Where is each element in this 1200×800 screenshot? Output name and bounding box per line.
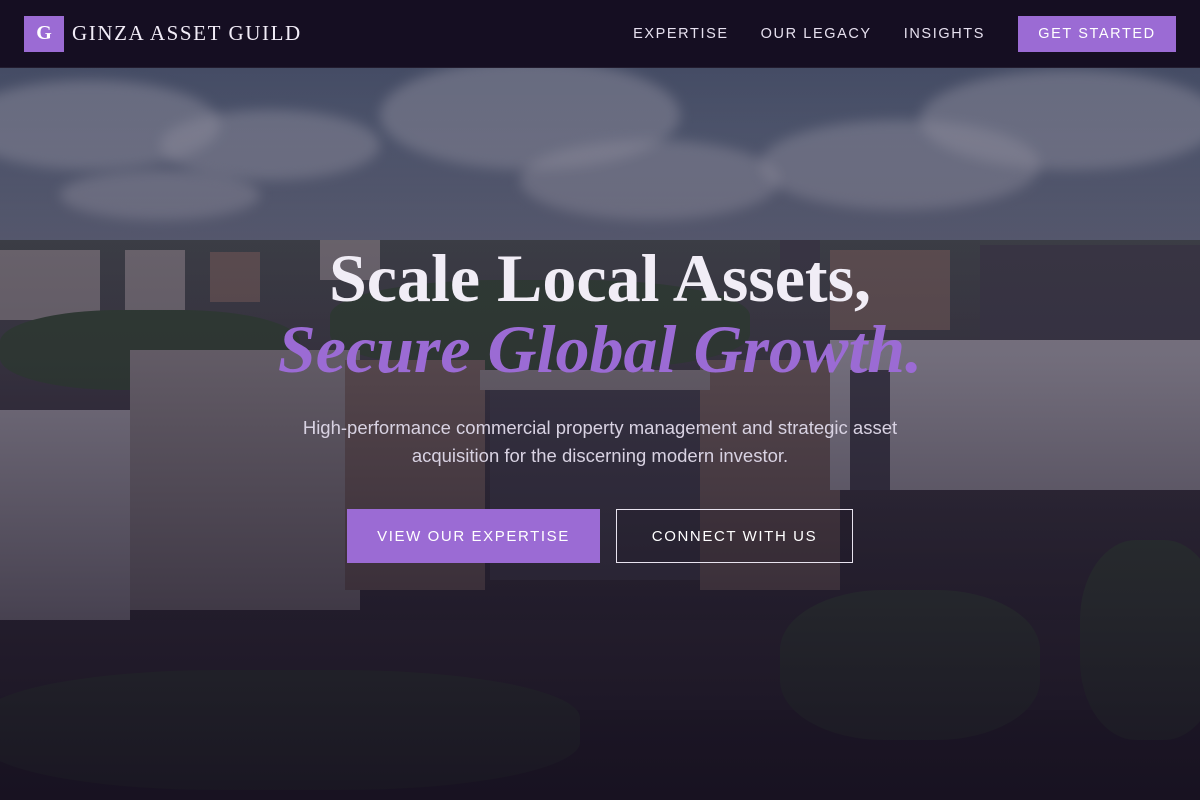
- brand-logo[interactable]: G GINZA ASSET GUILD: [24, 15, 302, 52]
- hero-headline-line1: Scale Local Assets,: [328, 240, 872, 316]
- connect-with-us-button[interactable]: CONNECT WITH US: [616, 509, 853, 563]
- hero-headline-line2: Secure Global Growth.: [277, 311, 923, 387]
- nav-links: EXPERTISE OUR LEGACY INSIGHTS GET STARTE…: [601, 15, 1176, 52]
- hero-cta-row: VIEW OUR EXPERTISE CONNECT WITH US: [0, 509, 1200, 563]
- hero-subtext: High-performance commercial property man…: [302, 417, 898, 466]
- nav-link-our-legacy[interactable]: OUR LEGACY: [761, 26, 872, 42]
- hero-section: Scale Local Assets, Secure Global Growth…: [0, 238, 1200, 563]
- nav-link-insights[interactable]: INSIGHTS: [904, 26, 985, 42]
- top-navigation: G GINZA ASSET GUILD EXPERTISE OUR LEGACY…: [0, 0, 1200, 68]
- brand-name: GINZA ASSET GUILD: [72, 21, 302, 45]
- logo-mark: G: [24, 15, 64, 52]
- nav-link-expertise[interactable]: EXPERTISE: [633, 26, 729, 42]
- view-our-expertise-button[interactable]: VIEW OUR EXPERTISE: [347, 509, 600, 563]
- get-started-button[interactable]: GET STARTED: [1018, 15, 1176, 52]
